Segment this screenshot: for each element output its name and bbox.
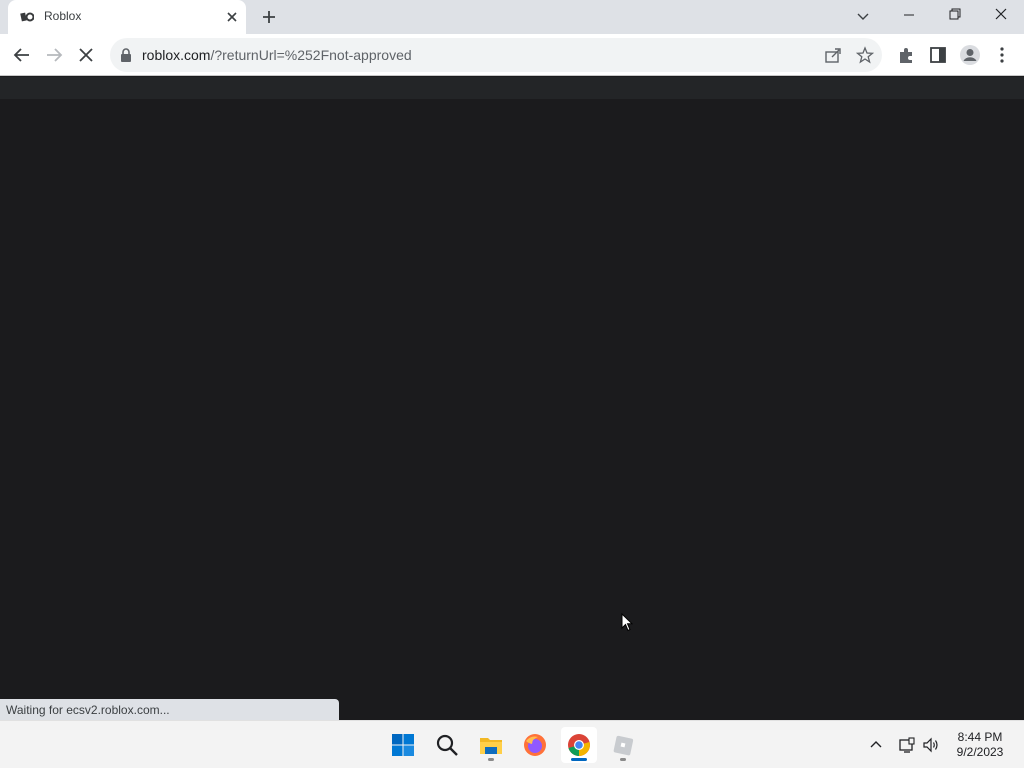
chrome-button[interactable] — [561, 727, 597, 763]
volume-icon[interactable] — [922, 736, 940, 754]
system-clock[interactable]: 8:44 PM 9/2/2023 — [944, 730, 1016, 760]
side-panel-icon[interactable] — [927, 44, 949, 66]
start-button[interactable] — [385, 727, 421, 763]
menu-kebab-icon[interactable] — [991, 44, 1013, 66]
firefox-button[interactable] — [517, 727, 553, 763]
minimize-icon[interactable] — [886, 0, 932, 30]
address-bar[interactable]: roblox.com/?returnUrl=%252Fnot-approved — [110, 38, 882, 72]
stop-loading-icon[interactable] — [75, 44, 97, 66]
url-path: /?returnUrl=%252Fnot-approved — [210, 47, 412, 63]
tab-strip: Roblox — [0, 0, 1024, 34]
running-indicator — [488, 758, 494, 761]
search-icon — [436, 734, 458, 756]
network-icon[interactable] — [898, 736, 916, 754]
file-explorer-button[interactable] — [473, 727, 509, 763]
url-host: roblox.com — [142, 47, 211, 63]
url-text[interactable]: roblox.com/?returnUrl=%252Fnot-approved — [142, 47, 412, 63]
back-arrow-icon[interactable] — [11, 44, 33, 66]
running-indicator — [620, 758, 626, 761]
roblox-favicon-icon — [20, 12, 34, 22]
new-tab-icon[interactable] — [260, 8, 278, 26]
clock-time: 8:44 PM — [957, 730, 1003, 744]
windows-taskbar: 8:44 PM 9/2/2023 — [0, 720, 1024, 768]
chevron-up-icon[interactable] — [867, 736, 885, 754]
share-icon[interactable] — [824, 46, 842, 64]
active-indicator — [571, 758, 587, 761]
bookmark-star-icon[interactable] — [856, 46, 874, 64]
chrome-icon — [568, 734, 590, 756]
mouse-pointer-icon — [621, 613, 633, 632]
clock-date: 9/2/2023 — [956, 745, 1004, 759]
restore-icon[interactable] — [932, 0, 978, 30]
roblox-app-button[interactable] — [605, 727, 641, 763]
forward-arrow-icon[interactable] — [43, 44, 65, 66]
profile-avatar-icon[interactable] — [959, 44, 981, 66]
chevron-down-icon[interactable] — [855, 8, 871, 24]
roblox-icon — [613, 735, 634, 756]
lock-icon[interactable] — [120, 48, 132, 62]
extensions-icon[interactable] — [895, 44, 917, 66]
browser-toolbar: roblox.com/?returnUrl=%252Fnot-approved — [0, 34, 1024, 76]
tab-roblox[interactable]: Roblox — [8, 0, 246, 34]
close-window-icon[interactable] — [978, 0, 1024, 30]
start-icon — [392, 734, 414, 756]
firefox-icon — [524, 734, 546, 756]
file-explorer-icon — [480, 738, 502, 754]
tab-title: Roblox — [44, 9, 82, 23]
loading-status-bar: Waiting for ecsv2.roblox.com... — [0, 699, 339, 720]
page-header-bar — [0, 77, 1024, 99]
close-tab-icon[interactable] — [224, 9, 240, 25]
search-button[interactable] — [429, 727, 465, 763]
page-content: Waiting for ecsv2.roblox.com... — [0, 77, 1024, 720]
